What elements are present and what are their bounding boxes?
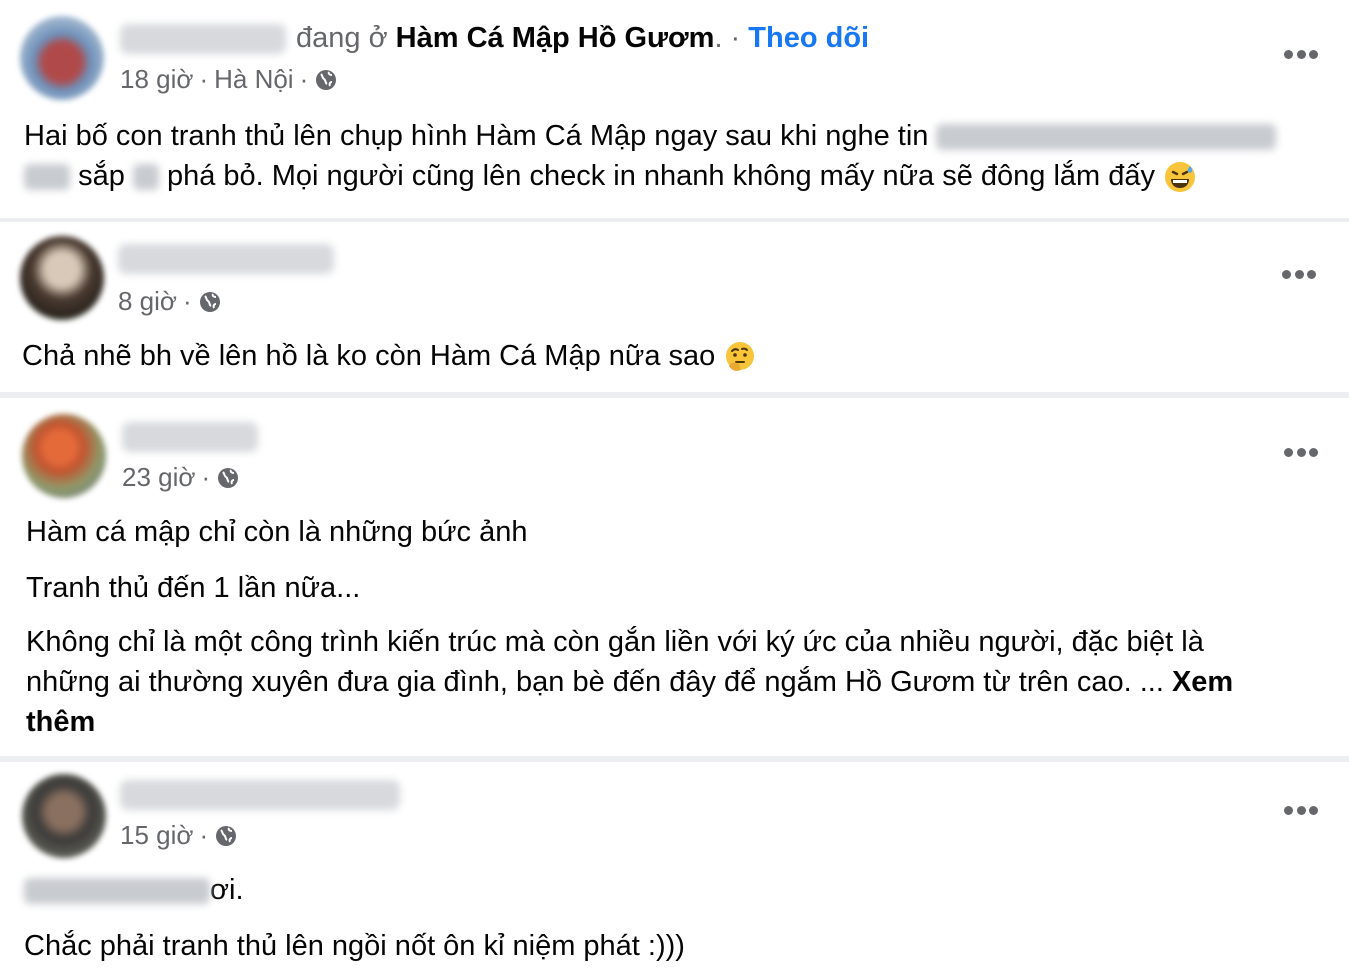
avatar[interactable] (20, 16, 104, 100)
post-meta: 18 giờ · Hà Nội · (120, 64, 338, 95)
separator: · (299, 64, 309, 94)
avatar[interactable] (22, 774, 106, 858)
author-name-redacted[interactable] (122, 422, 258, 452)
timestamp[interactable]: 23 giờ (122, 462, 195, 493)
redacted-text (132, 164, 159, 191)
avatar[interactable] (22, 414, 106, 498)
post-text-line: Chả nhẽ bh về lên hồ là ko còn Hàm Cá Mậ… (22, 340, 716, 372)
globe-icon (216, 825, 237, 846)
post-text-line: những ai thường xuyên đưa gia đình, bạn … (26, 666, 1164, 698)
more-options-icon[interactable] (1282, 268, 1316, 280)
timestamp[interactable]: 15 giờ (120, 820, 193, 851)
post-1: đang ở Hàm Cá Mập Hồ Gươm. · Theo dõi 18… (0, 0, 1349, 218)
grinning-sweat-emoji-icon (1165, 162, 1196, 193)
more-options-icon[interactable] (1284, 446, 1318, 458)
post-header: đang ở Hàm Cá Mập Hồ Gươm. · Theo dõi (296, 22, 869, 55)
post-text-segment: ơi. (210, 874, 244, 906)
follow-button[interactable]: Theo dõi (748, 22, 869, 54)
post-text: sắp phá bỏ. Mọi người cũng lên check in … (24, 156, 1197, 196)
post-text-segment: sắp (78, 160, 125, 192)
post-text: Chắc phải tranh thủ lên ngồi nốt ôn kỉ n… (24, 930, 685, 962)
post-text: Chả nhẽ bh về lên hồ là ko còn Hàm Cá Mậ… (22, 336, 757, 376)
post-2: 8 giờ · Chả nhẽ bh về lên hồ là ko còn H… (0, 222, 1349, 392)
post-meta: 15 giờ · (120, 820, 238, 851)
post-text-line: Hai bố con tranh thủ lên chụp hình Hàm C… (24, 120, 929, 152)
post-3: 23 giờ · Hàm cá mập chỉ còn là những bức… (0, 398, 1349, 756)
separator: · (182, 286, 192, 316)
see-more-link[interactable]: thêm (26, 702, 95, 742)
author-name-redacted[interactable] (120, 780, 400, 810)
post-paragraph: Hàm cá mập chỉ còn là những bức ảnh (26, 516, 528, 548)
post-paragraph: những ai thường xuyên đưa gia đình, bạn … (26, 662, 1233, 702)
globe-icon (316, 69, 337, 90)
post-meta: 8 giờ · (118, 286, 222, 317)
separator: . · (714, 22, 741, 54)
redacted-text (936, 124, 1277, 151)
timestamp[interactable]: 8 giờ (118, 286, 177, 317)
thinking-emoji-icon (726, 342, 755, 372)
post-4: 15 giờ · ơi. Chắc phải tranh thủ lên ngồ… (0, 762, 1349, 975)
checkin-prefix: đang ở (296, 22, 388, 54)
more-options-icon[interactable] (1284, 804, 1318, 816)
author-name-redacted[interactable] (118, 244, 334, 274)
globe-icon (199, 291, 220, 312)
post-text: ơi. (24, 870, 244, 910)
separator: · (199, 820, 209, 850)
redacted-text (24, 878, 210, 905)
post-paragraph: Tranh thủ đến 1 lần nữa... (26, 572, 361, 604)
post-paragraph: Không chỉ là một công trình kiến trúc mà… (26, 626, 1204, 658)
post-text-segment: phá bỏ. Mọi người cũng lên check in nhan… (166, 160, 1156, 192)
see-more-link[interactable]: Xem (1172, 666, 1233, 698)
timestamp[interactable]: 18 giờ (120, 64, 193, 95)
location[interactable]: Hà Nội (214, 64, 293, 95)
author-name-redacted[interactable] (120, 24, 286, 54)
more-options-icon[interactable] (1284, 48, 1318, 60)
separator: · (201, 462, 211, 492)
separator: · (199, 64, 209, 94)
post-text: Hai bố con tranh thủ lên chụp hình Hàm C… (24, 116, 1277, 156)
redacted-text (24, 164, 70, 191)
place-link[interactable]: Hàm Cá Mập Hồ Gươm (396, 22, 715, 54)
globe-icon (218, 467, 239, 488)
avatar[interactable] (20, 236, 104, 320)
post-meta: 23 giờ · (122, 462, 240, 493)
